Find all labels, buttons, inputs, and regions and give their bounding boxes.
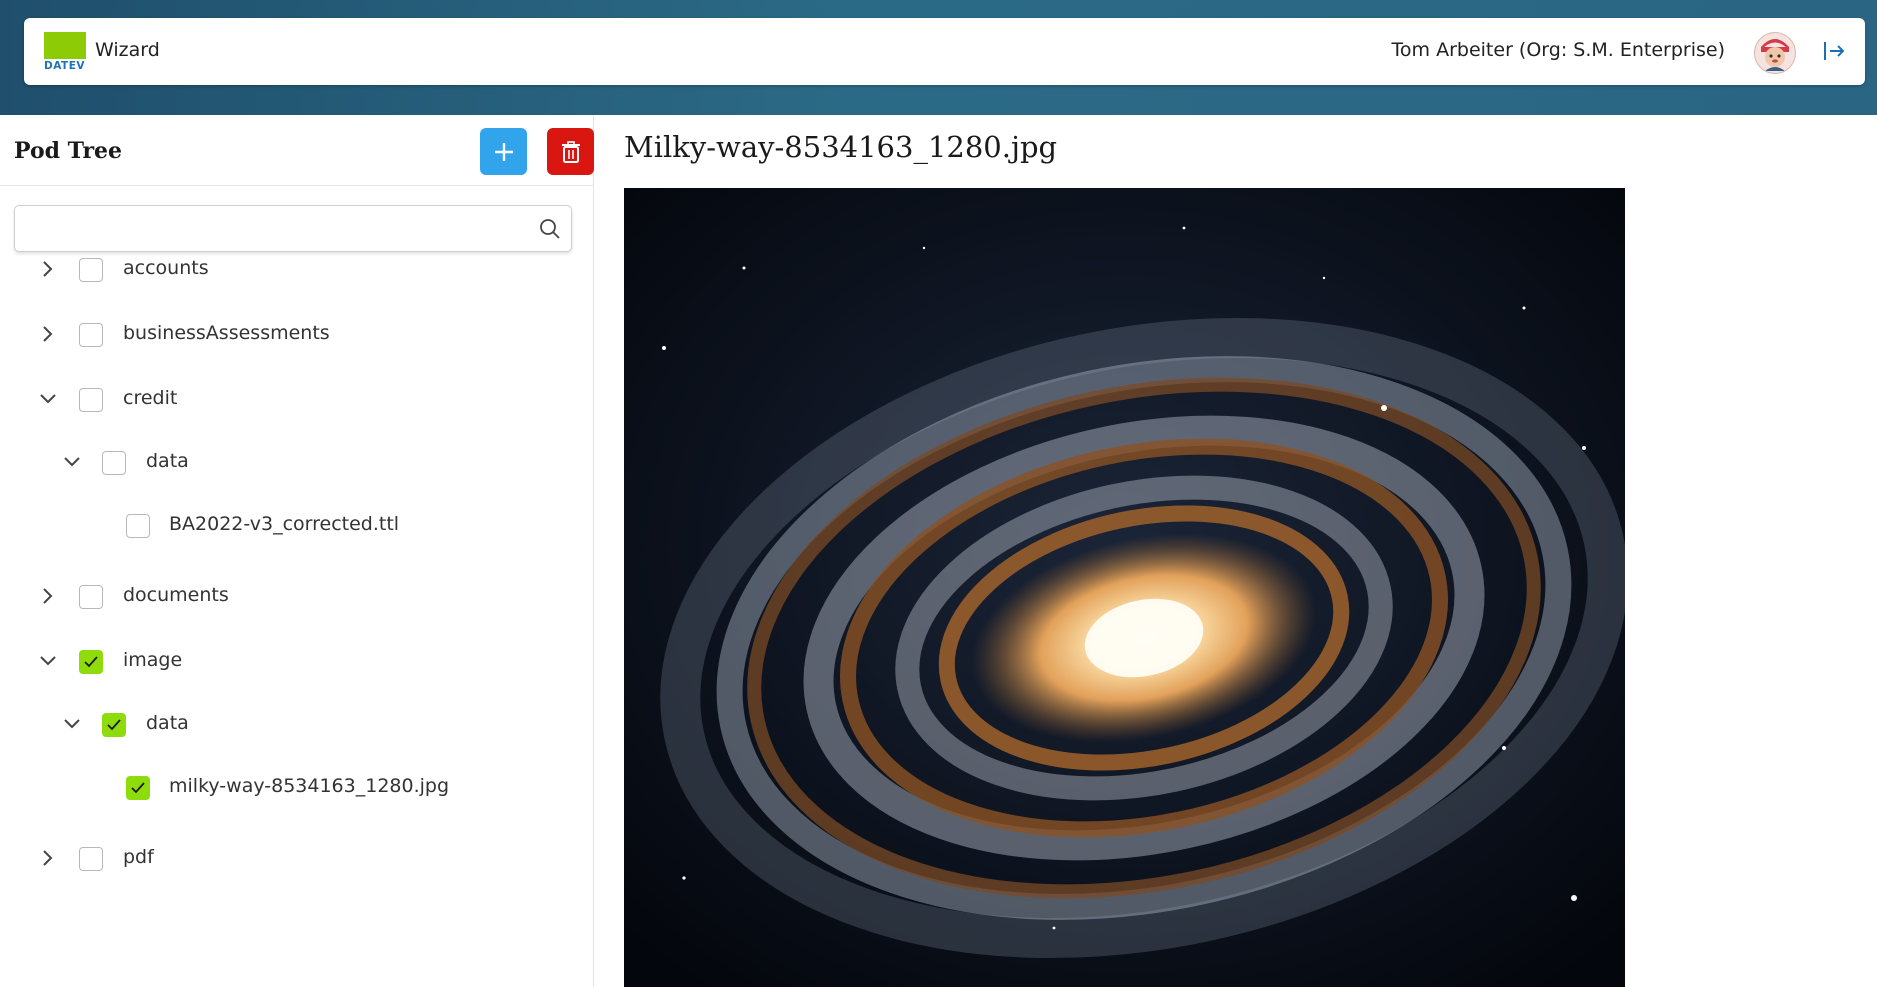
- tree-item-checkbox[interactable]: [126, 776, 150, 800]
- tree-item-label: BA2022-v3_corrected.ttl: [169, 513, 400, 535]
- tree-item[interactable]: credit: [0, 375, 593, 425]
- chevron-right-icon[interactable]: [37, 258, 59, 280]
- pod-tree-header: Pod Tree: [0, 115, 594, 186]
- tree-item[interactable]: pdf: [0, 834, 593, 884]
- checkmark-icon: [131, 782, 145, 794]
- tree-item-checkbox[interactable]: [79, 650, 103, 674]
- tree-item[interactable]: BA2022-v3_corrected.ttl: [0, 501, 593, 551]
- galaxy-image: [624, 188, 1625, 987]
- tree-item[interactable]: data: [0, 700, 593, 750]
- tree-item-checkbox[interactable]: [79, 323, 103, 347]
- tree-item-label: image: [123, 649, 183, 671]
- chevron-right-icon[interactable]: [37, 323, 59, 345]
- tree-item-label: documents: [123, 584, 229, 606]
- tree-item-label: businessAssessments: [123, 322, 330, 344]
- delete-button[interactable]: [547, 128, 594, 175]
- chevron-down-icon[interactable]: [61, 713, 83, 735]
- tree-item-checkbox[interactable]: [102, 451, 126, 475]
- search-icon[interactable]: [539, 218, 561, 240]
- tree-item-label: credit: [123, 387, 178, 409]
- plus-icon: [494, 142, 513, 161]
- file-title: Milky-way-8534163_1280.jpg: [624, 130, 1058, 164]
- tree-item-checkbox[interactable]: [79, 847, 103, 871]
- logout-arrow-icon[interactable]: [1821, 38, 1847, 64]
- checkmark-icon: [84, 656, 98, 668]
- trash-icon: [561, 140, 580, 163]
- tree-item[interactable]: accounts: [0, 245, 593, 295]
- chevron-down-icon[interactable]: [37, 388, 59, 410]
- tree-item[interactable]: documents: [0, 572, 593, 622]
- tree-item-checkbox[interactable]: [126, 514, 150, 538]
- tree-item-label: pdf: [123, 846, 154, 868]
- tree-item-checkbox[interactable]: [79, 585, 103, 609]
- checkmark-icon: [107, 719, 121, 731]
- chevron-right-icon[interactable]: [37, 847, 59, 869]
- tree-item-label: data: [146, 450, 189, 472]
- tree-item[interactable]: milky-way-8534163_1280.jpg: [0, 763, 593, 813]
- datev-logo[interactable]: DATEV: [44, 32, 86, 72]
- tree-item[interactable]: businessAssessments: [0, 310, 593, 360]
- pod-tree-panel: Pod Tree accounts businessAssessments cred…: [0, 115, 594, 987]
- tree-item[interactable]: image: [0, 637, 593, 687]
- logo-square: [44, 32, 86, 59]
- avatar[interactable]: [1754, 32, 1796, 74]
- tree-item-label: data: [146, 712, 189, 734]
- tree-item-label: accounts: [123, 257, 209, 279]
- pod-tree-title: Pod Tree: [14, 138, 123, 164]
- tree-item[interactable]: data: [0, 438, 593, 488]
- chevron-down-icon[interactable]: [37, 650, 59, 672]
- tree-item-checkbox[interactable]: [102, 713, 126, 737]
- tree-search-input[interactable]: [27, 214, 531, 246]
- tree-item-checkbox[interactable]: [79, 388, 103, 412]
- tree-item-label: milky-way-8534163_1280.jpg: [169, 775, 450, 797]
- app-title: Wizard: [95, 39, 160, 61]
- user-label: Tom Arbeiter (Org: S.M. Enterprise): [1391, 39, 1725, 61]
- image-preview: [624, 188, 1625, 987]
- tree-item-checkbox[interactable]: [79, 258, 103, 282]
- logo-text: DATEV: [44, 60, 85, 72]
- add-button[interactable]: [480, 128, 527, 175]
- app-header: DATEV Wizard Tom Arbeiter (Org: S.M. Ent…: [24, 18, 1865, 85]
- avatar-image: [1755, 33, 1795, 73]
- chevron-down-icon[interactable]: [61, 451, 83, 473]
- chevron-right-icon[interactable]: [37, 585, 59, 607]
